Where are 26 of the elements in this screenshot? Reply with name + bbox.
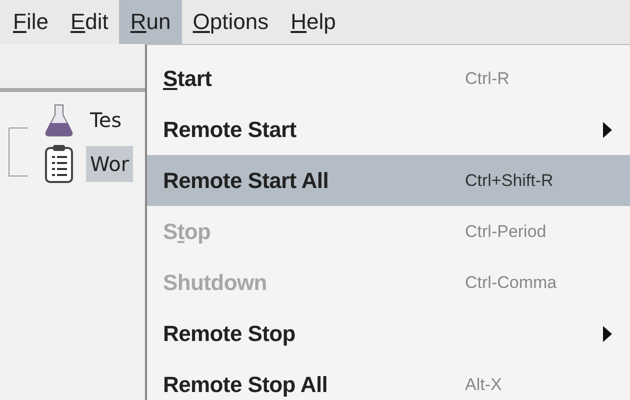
tree-item[interactable]: Wor [86, 146, 134, 182]
menu-item[interactable]: Remote Stop [147, 308, 630, 359]
clipboard-icon [44, 144, 74, 184]
menu-label: Remote Stop [163, 320, 296, 346]
menu-label: Stop [163, 218, 211, 244]
menu-item[interactable]: Help [280, 0, 347, 44]
shortcut-label: Ctrl-Period [465, 222, 546, 242]
menu-item[interactable]: Remote Start All Ctrl+Shift-R [147, 155, 630, 206]
flask-icon [44, 103, 74, 137]
tree-item[interactable]: Tes [86, 102, 126, 138]
menu-label: Start [163, 66, 212, 92]
menu-label: Remote Start [163, 116, 296, 142]
menu-label: Remote Start All [163, 168, 329, 194]
menu-item[interactable]: Edit [59, 0, 120, 44]
menu-item[interactable]: Start Ctrl-R [147, 53, 630, 104]
menu-label: Shutdown [163, 270, 267, 296]
menu-label: Remote Stop All [163, 372, 328, 398]
menu-item[interactable]: Run [119, 0, 182, 44]
menu-item[interactable]: File [2, 0, 60, 44]
shortcut-label: Ctrl+Shift-R [465, 170, 554, 190]
menu-item[interactable]: Options [182, 0, 280, 44]
menu-item[interactable]: Remote Start [147, 104, 630, 155]
shortcut-label: Ctrl-R [465, 68, 510, 88]
shortcut-label: Ctrl-Comma [465, 272, 557, 292]
menu-item[interactable]: Remote Stop All Alt-X [147, 359, 630, 400]
shortcut-label: Alt-X [465, 374, 502, 394]
